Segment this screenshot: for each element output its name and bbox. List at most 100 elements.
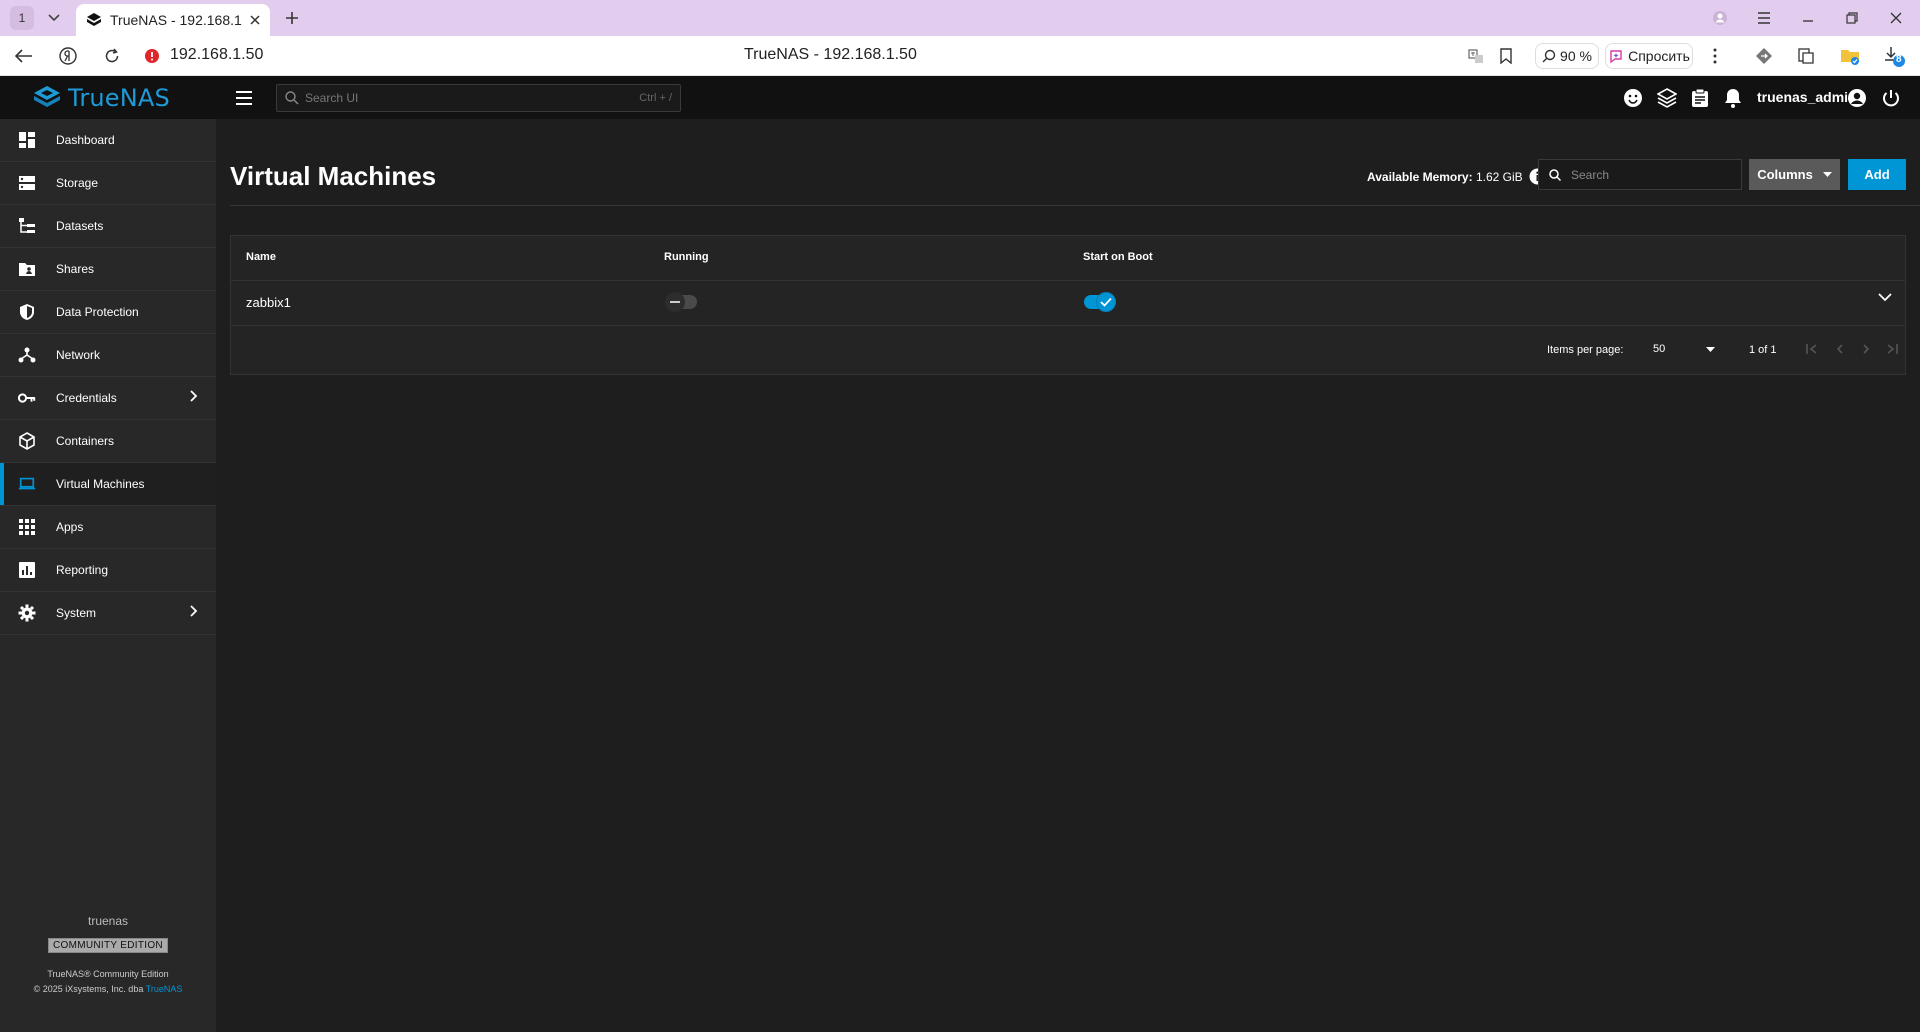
page-title-display: TrueNAS - 192.168.1.50 bbox=[744, 46, 917, 63]
sidebar-item-label: Dashboard bbox=[56, 133, 115, 147]
minimize-icon[interactable] bbox=[1794, 6, 1822, 30]
username-label[interactable]: truenas_admin bbox=[1757, 89, 1857, 105]
sidebar-item-datasets[interactable]: Datasets bbox=[0, 205, 216, 248]
url-text[interactable]: 192.168.1.50 bbox=[170, 46, 263, 64]
laptop-icon bbox=[18, 475, 36, 493]
browser-menu-icon[interactable] bbox=[1750, 6, 1778, 30]
profile-icon[interactable] bbox=[1706, 6, 1734, 30]
datasets-icon bbox=[18, 217, 36, 235]
items-per-page-label: Items per page: bbox=[1547, 344, 1624, 356]
sidebar-footer: truenas COMMUNITY EDITION TrueNAS® Commu… bbox=[0, 902, 216, 1032]
sidebar-item-label: Virtual Machines bbox=[56, 477, 145, 491]
search-icon bbox=[1549, 168, 1561, 181]
caret-down-icon bbox=[1706, 346, 1715, 352]
table-paginator: Items per page: 50 1 of 1 bbox=[231, 326, 1905, 374]
downloads-icon[interactable]: 8 bbox=[1882, 44, 1906, 68]
storage-icon bbox=[18, 174, 36, 192]
truenas-link[interactable]: TrueNAS bbox=[146, 984, 183, 994]
back-arrow-icon[interactable] bbox=[12, 44, 36, 68]
ask-assistant-button[interactable]: Спросить bbox=[1605, 43, 1693, 69]
caret-down-icon bbox=[1822, 172, 1832, 177]
sidebar-item-system[interactable]: System bbox=[0, 592, 216, 635]
truecommand-icon[interactable] bbox=[1656, 87, 1678, 109]
global-search-box[interactable]: Ctrl + / bbox=[276, 84, 681, 112]
sidebar-item-containers[interactable]: Containers bbox=[0, 420, 216, 463]
last-page-icon[interactable] bbox=[1884, 341, 1900, 357]
truenas-logo-icon bbox=[32, 85, 62, 111]
translate-icon[interactable] bbox=[1464, 44, 1488, 68]
sidebar-item-virtual-machines[interactable]: Virtual Machines bbox=[0, 463, 216, 506]
yandex-logo-icon[interactable] bbox=[56, 44, 80, 68]
zoom-indicator[interactable]: 90 % bbox=[1535, 43, 1599, 69]
sidebar-item-dashboard[interactable]: Dashboard bbox=[0, 119, 216, 162]
gear-icon bbox=[18, 604, 36, 622]
columns-label: Columns bbox=[1757, 167, 1813, 182]
start-on-boot-toggle[interactable] bbox=[1084, 292, 1116, 312]
available-memory: Available Memory: 1.62 GiB bbox=[1367, 168, 1546, 185]
browser-address-bar: 192.168.1.50 TrueNAS - 192.168.1.50 90 %… bbox=[0, 36, 1920, 76]
sidebar-item-credentials[interactable]: Credentials bbox=[0, 377, 216, 420]
chevron-right-icon bbox=[190, 605, 198, 617]
sidebar-item-apps[interactable]: Apps bbox=[0, 506, 216, 549]
previous-page-icon[interactable] bbox=[1831, 341, 1847, 357]
page-title: Virtual Machines bbox=[230, 161, 437, 191]
table-row[interactable]: zabbix1 bbox=[231, 281, 1905, 326]
browser-tab[interactable]: TrueNAS - 192.168.1.50 bbox=[76, 4, 270, 36]
cube-icon bbox=[18, 432, 36, 450]
tab-title: TrueNAS - 192.168.1.50 bbox=[110, 12, 242, 28]
footer-copyright: © 2025 iXsystems, Inc. dba TrueNAS bbox=[0, 984, 216, 994]
close-tab-icon[interactable] bbox=[250, 15, 260, 25]
vm-search-box[interactable] bbox=[1538, 159, 1742, 190]
truenas-favicon-icon bbox=[86, 12, 102, 28]
edition-badge: COMMUNITY EDITION bbox=[48, 938, 168, 953]
sidebar-item-network[interactable]: Network bbox=[0, 334, 216, 377]
main-content: Virtual Machines Available Memory: 1.62 … bbox=[216, 119, 1920, 1032]
available-memory-value: 1.62 GiB bbox=[1475, 169, 1523, 184]
folder-check-icon[interactable] bbox=[1838, 44, 1862, 68]
sidebar-item-storage[interactable]: Storage bbox=[0, 162, 216, 205]
first-page-icon[interactable] bbox=[1804, 341, 1820, 357]
chart-icon bbox=[18, 561, 36, 579]
more-vertical-icon[interactable] bbox=[1703, 44, 1727, 68]
sidebar-item-shares[interactable]: Shares bbox=[0, 248, 216, 291]
jobs-clipboard-icon[interactable] bbox=[1689, 87, 1711, 109]
tab-list-dropdown-icon[interactable] bbox=[42, 6, 66, 30]
columns-button[interactable]: Columns bbox=[1749, 159, 1840, 190]
power-icon[interactable] bbox=[1880, 87, 1902, 109]
sidebar-item-data-protection[interactable]: Data Protection bbox=[0, 291, 216, 334]
next-page-icon[interactable] bbox=[1858, 341, 1874, 357]
column-header-start-on-boot[interactable]: Start on Boot bbox=[1083, 251, 1153, 263]
extension-diamond-icon[interactable] bbox=[1752, 44, 1776, 68]
add-vm-button[interactable]: Add bbox=[1848, 159, 1906, 190]
new-tab-plus-icon[interactable] bbox=[280, 6, 304, 30]
sidebar-item-label: Apps bbox=[56, 520, 84, 534]
search-icon bbox=[285, 91, 299, 105]
column-header-running[interactable]: Running bbox=[664, 251, 709, 263]
expand-row-chevron-icon[interactable] bbox=[1878, 293, 1892, 302]
hamburger-menu-icon[interactable] bbox=[232, 86, 256, 110]
feedback-smiley-icon[interactable] bbox=[1622, 87, 1644, 109]
truenas-logo[interactable]: TrueNAS bbox=[32, 84, 170, 112]
bookmark-icon[interactable] bbox=[1494, 44, 1518, 68]
global-search-input[interactable] bbox=[305, 91, 634, 105]
shares-icon bbox=[18, 260, 36, 278]
vm-search-input[interactable] bbox=[1571, 167, 1731, 182]
alerts-bell-icon[interactable] bbox=[1722, 87, 1744, 109]
tab-counter-button[interactable]: 1 bbox=[10, 6, 34, 30]
account-circle-icon[interactable] bbox=[1846, 87, 1868, 109]
reload-icon[interactable] bbox=[100, 44, 124, 68]
sidebar-item-label: Storage bbox=[56, 176, 99, 190]
sidebar: Dashboard Storage Datasets Shares Data P… bbox=[0, 119, 216, 1032]
sidebar-item-label: Containers bbox=[56, 434, 115, 448]
restore-icon[interactable] bbox=[1838, 6, 1866, 30]
insecure-warning-icon[interactable] bbox=[140, 44, 164, 68]
items-per-page-select[interactable]: 50 bbox=[1653, 343, 1715, 355]
collections-icon[interactable] bbox=[1794, 44, 1818, 68]
close-window-icon[interactable] bbox=[1882, 6, 1910, 30]
running-toggle[interactable] bbox=[665, 292, 697, 312]
sidebar-item-reporting[interactable]: Reporting bbox=[0, 549, 216, 592]
sidebar-item-label: Credentials bbox=[56, 391, 117, 405]
column-header-name[interactable]: Name bbox=[246, 251, 276, 263]
ask-label: Спросить bbox=[1628, 48, 1690, 64]
sidebar-item-label: Network bbox=[56, 348, 101, 362]
